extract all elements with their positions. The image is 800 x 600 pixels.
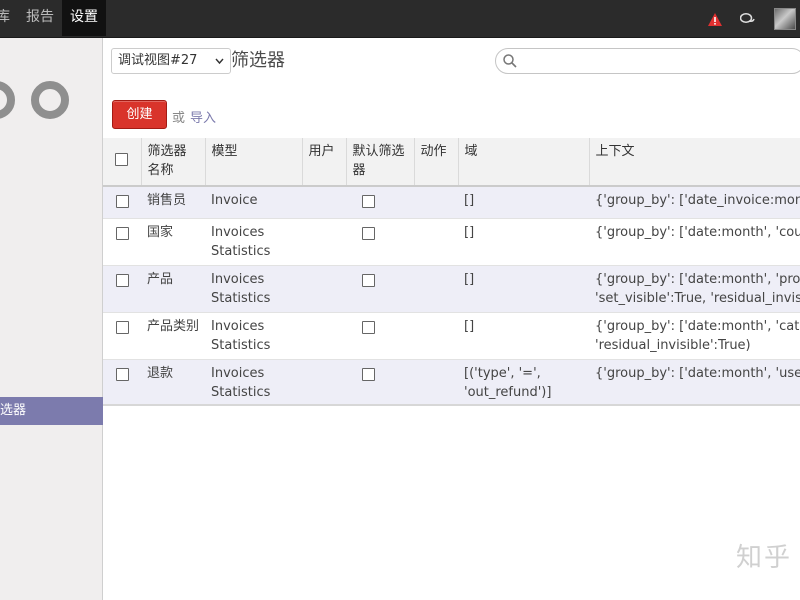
cell-user [302, 265, 346, 313]
cell-context: {'group_by': ['date_invoice:month' [589, 186, 800, 219]
sidebar-item-filters[interactable]: 选器 [0, 397, 103, 425]
cell-filter-name: 退款 [141, 359, 205, 404]
header-filter-name[interactable]: 筛选器名称 [141, 138, 206, 187]
row-checkbox[interactable] [115, 368, 129, 381]
row-select-cell [103, 359, 141, 404]
sidebar: 选器 [0, 38, 103, 600]
header-context[interactable]: 上下文 [589, 138, 800, 187]
search-icon [502, 53, 518, 73]
cell-default-filter [346, 359, 414, 404]
main-menu: 库 报告 设置 [0, 0, 106, 38]
default-filter-checkbox[interactable] [362, 227, 375, 240]
or-label: 或 [172, 111, 186, 126]
row-checkbox[interactable] [115, 274, 129, 287]
cell-model: Invoices Statistics [205, 359, 302, 404]
debug-view-select[interactable]: 调试视图#27 [111, 48, 231, 74]
row-select-cell [103, 312, 141, 360]
header-user[interactable]: 用户 [302, 138, 347, 187]
filters-table: 筛选器名称 模型 用户 默认筛选器 动作 域 上下文 销售员 Invoice[]{… [103, 138, 800, 406]
table-row[interactable]: 产品 Invoices Statistics [] {'group_by': ['dat… [103, 265, 800, 313]
header-default-filter[interactable]: 默认筛选器 [346, 138, 415, 187]
row-checkbox[interactable] [115, 321, 129, 334]
cell-filter-name: 国家 [141, 218, 205, 266]
cell-model: Invoices Statistics [205, 312, 302, 360]
default-filter-checkbox[interactable] [362, 195, 375, 208]
cell-user [302, 186, 346, 219]
dropdown-caret-icon [215, 49, 224, 82]
cell-user [302, 312, 346, 360]
table-row[interactable]: 产品类别 Invoices Statistics [] {'group_by': ['d… [103, 312, 800, 360]
cell-filter-name: 产品类别 [141, 312, 205, 360]
menu-item-library[interactable]: 库 [0, 0, 18, 34]
cell-default-filter [346, 312, 414, 360]
cell-action [414, 218, 458, 266]
cell-context: {'group_by': ['date:month', 'country [589, 218, 800, 266]
default-filter-checkbox[interactable] [362, 274, 375, 287]
cell-default-filter [346, 186, 414, 219]
cell-user [302, 359, 346, 404]
cell-action [414, 312, 458, 360]
cell-filter-name: 产品 [141, 265, 205, 313]
cell-context: {'group_by': ['date:month', 'categ_'resi… [589, 312, 800, 360]
table-header-row: 筛选器名称 模型 用户 默认筛选器 动作 域 上下文 [103, 138, 800, 187]
select-all-checkbox[interactable] [115, 153, 129, 166]
row-select-cell [103, 218, 141, 266]
row-checkbox[interactable] [115, 195, 129, 208]
cell-domain: [] [458, 312, 589, 360]
table-row[interactable]: 销售员 Invoice [] {'group_by': ['date_invoice:… [103, 186, 800, 219]
cell-filter-name: 销售员 [141, 186, 205, 219]
import-link[interactable]: 导入 [190, 107, 216, 126]
cell-default-filter [346, 218, 414, 266]
row-select-cell [103, 186, 141, 219]
row-select-cell [103, 265, 141, 313]
chat-bubbles-icon[interactable] [740, 12, 756, 26]
create-button[interactable]: 创建 [112, 100, 167, 129]
watermark: 知乎 [736, 543, 793, 573]
table-row[interactable]: 国家 Invoices Statistics [] {'group_by': ['dat… [103, 218, 800, 266]
debug-view-label: 调试视图#27 [118, 53, 198, 68]
menu-item-settings[interactable]: 设置 [62, 0, 106, 36]
cell-action [414, 265, 458, 313]
cell-model: Invoices Statistics [205, 265, 302, 313]
cell-model: Invoices Statistics [205, 218, 302, 266]
default-filter-checkbox[interactable] [362, 321, 375, 334]
cell-action [414, 359, 458, 404]
default-filter-checkbox[interactable] [362, 368, 375, 381]
row-checkbox[interactable] [115, 227, 129, 240]
top-navbar: 库 报告 设置 [0, 0, 800, 38]
header-domain[interactable]: 域 [458, 138, 590, 187]
alert-triangle-icon[interactable] [708, 12, 722, 26]
select-all-cell [103, 138, 142, 187]
user-avatar[interactable] [774, 8, 800, 30]
cell-default-filter [346, 265, 414, 313]
header-model[interactable]: 模型 [205, 138, 303, 187]
navbar-right [690, 0, 800, 38]
cell-context: {'group_by': ['date:month', 'user_id [589, 359, 800, 404]
cell-action [414, 186, 458, 219]
cell-context: {'group_by': ['date:month', 'produc'set_… [589, 265, 800, 313]
control-panel: 调试视图#27 筛选器 创建 或 导入 [103, 38, 800, 138]
sidebar-item-label: 选器 [0, 403, 27, 418]
page-title: 筛选器 [231, 50, 285, 71]
header-action[interactable]: 动作 [414, 138, 459, 187]
cell-domain: [] [458, 218, 589, 266]
odoo-logo[interactable] [0, 78, 80, 126]
cell-user [302, 218, 346, 266]
search-input[interactable] [495, 48, 800, 74]
table-row[interactable]: 退款 Invoices Statistics [('type', '=','out_r… [103, 359, 800, 404]
cell-model: Invoice [205, 186, 302, 219]
menu-item-reports[interactable]: 报告 [18, 0, 62, 34]
cell-domain: [] [458, 265, 589, 313]
cell-domain: [] [458, 186, 589, 219]
cell-domain: [('type', '=','out_refund')] [458, 359, 589, 404]
